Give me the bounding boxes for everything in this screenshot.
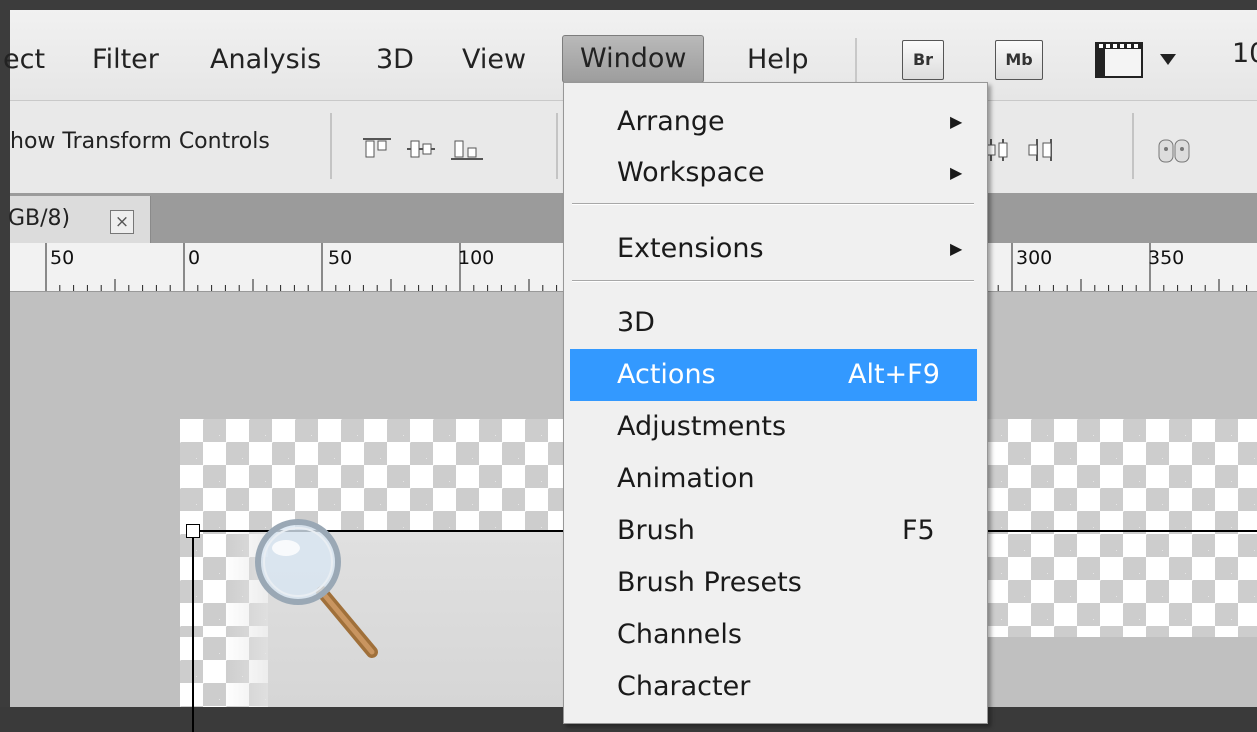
menu-select[interactable]: ect	[3, 38, 45, 82]
menu-item-animation[interactable]: Animation	[570, 453, 977, 505]
menu-filter[interactable]: Filter	[92, 38, 159, 82]
options-separator	[556, 113, 558, 179]
menu-item-label: Workspace	[617, 157, 765, 188]
menu-item-brush-presets[interactable]: Brush Presets	[570, 557, 977, 609]
zoom-level[interactable]: 10	[1232, 38, 1257, 69]
submenu-arrow-icon: ▶	[950, 239, 963, 258]
menu-help[interactable]: Help	[747, 38, 809, 82]
align-top-icon[interactable]	[362, 137, 392, 161]
menu-item-brush[interactable]: Brush F5	[570, 505, 977, 557]
menu-item-shortcut: Alt+F9	[848, 359, 940, 390]
options-separator	[1132, 113, 1134, 179]
menu-item-label: Brush	[617, 515, 695, 546]
ruler-label: 50	[328, 247, 353, 269]
window-frame-top	[0, 0, 1257, 10]
ruler-label: 100	[458, 247, 495, 269]
menu-item-label: Adjustments	[617, 411, 787, 442]
menu-item-label: Channels	[617, 619, 742, 650]
menu-analysis[interactable]: Analysis	[210, 38, 321, 82]
show-transform-controls-label[interactable]: how Transform Controls	[10, 129, 270, 154]
menu-item-channels[interactable]: Channels	[570, 609, 977, 661]
menu-item-actions[interactable]: Actions Alt+F9	[570, 349, 977, 401]
ruler-label: 0	[188, 247, 201, 269]
bridge-button[interactable]: Br	[902, 40, 944, 80]
distribute-horizontal-center-icon[interactable]	[985, 137, 1011, 163]
menu-window[interactable]: Window	[562, 35, 705, 83]
align-bottom-icon[interactable]	[450, 137, 484, 161]
menu-view[interactable]: View	[462, 38, 526, 82]
menu-item-3d[interactable]: 3D	[570, 297, 977, 349]
menu-item-label: 3D	[617, 307, 655, 338]
window-frame-left	[0, 0, 10, 707]
submenu-arrow-icon: ▶	[950, 112, 963, 131]
menu-item-workspace[interactable]: Workspace ▶	[570, 147, 977, 199]
menu-3d[interactable]: 3D	[376, 38, 414, 82]
magnifier-icon	[255, 519, 378, 658]
menu-item-extensions[interactable]: Extensions ▶	[570, 223, 977, 275]
screen-mode-dropdown-icon[interactable]	[1160, 54, 1176, 65]
document-tab[interactable]: GB/8) ×	[8, 196, 151, 243]
menu-item-label: Brush Presets	[617, 567, 802, 598]
options-separator	[330, 113, 332, 179]
transform-handle[interactable]	[186, 524, 200, 538]
window-menu-dropdown: Arrange ▶ Workspace ▶ Extensions ▶ 3D Ac…	[563, 82, 988, 724]
mini-bridge-button[interactable]: Mb	[995, 40, 1043, 80]
close-icon[interactable]: ×	[110, 210, 134, 234]
menu-item-adjustments[interactable]: Adjustments	[570, 401, 977, 453]
ruler-label: 350	[1148, 247, 1185, 269]
menu-item-label: Extensions	[617, 233, 764, 264]
document-tab-label: GB/8)	[8, 206, 71, 231]
menu-item-arrange[interactable]: Arrange ▶	[570, 96, 977, 148]
distribute-right-icon[interactable]	[1025, 137, 1055, 163]
menu-separator	[572, 203, 974, 205]
menu-item-label: Character	[617, 671, 751, 702]
ruler-label: 300	[1016, 247, 1053, 269]
menu-separator	[572, 280, 974, 282]
menu-item-character[interactable]: Character	[570, 661, 977, 713]
menu-separator	[855, 38, 857, 82]
ruler-label: 50	[50, 247, 75, 269]
menu-item-label: Actions	[617, 359, 716, 390]
auto-align-layers-icon[interactable]	[1155, 137, 1197, 165]
menu-item-shortcut: F5	[902, 515, 935, 546]
screen-mode-icon[interactable]	[1095, 40, 1143, 78]
submenu-arrow-icon: ▶	[950, 163, 963, 182]
align-vertical-center-icon[interactable]	[406, 137, 436, 161]
menu-item-label: Animation	[617, 463, 755, 494]
menu-item-label: Arrange	[617, 106, 725, 137]
